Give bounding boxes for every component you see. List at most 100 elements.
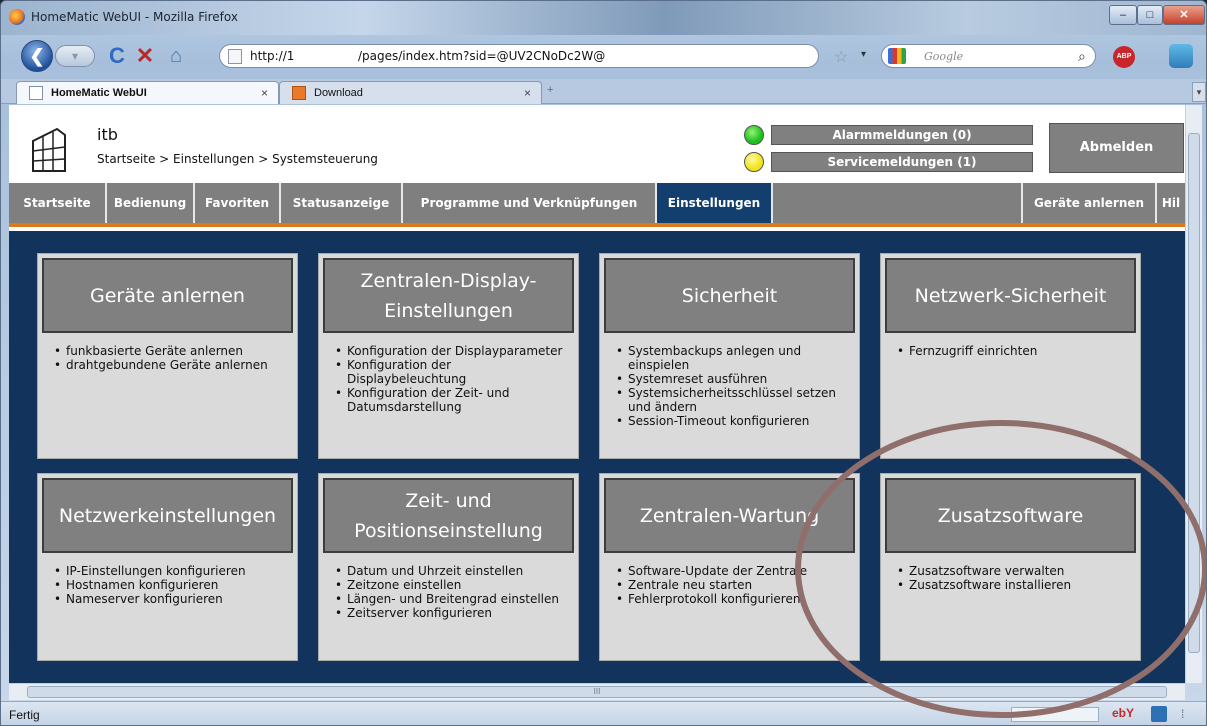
card-title[interactable]: Zentralen-Wartung xyxy=(604,478,855,553)
card-title[interactable]: Geräte anlernen xyxy=(42,258,293,333)
list-item: IP-Einstellungen konfigurieren xyxy=(52,564,290,578)
card-zeit-position[interactable]: Zeit- und Positionseinstellung Datum und… xyxy=(318,473,579,661)
list-item: Software-Update der Zentrale xyxy=(614,564,852,578)
card-netzwerk-sicherheit[interactable]: Netzwerk-Sicherheit Fernzugriff einricht… xyxy=(880,253,1141,459)
menu-item-statusanzeige[interactable]: Statusanzeige xyxy=(281,183,403,223)
url-path[interactable]: /pages/index.htm?sid=@UV2CNoDc2W@ xyxy=(358,49,605,63)
card-title[interactable]: Netzwerk-Sicherheit xyxy=(885,258,1136,333)
list-item: Systembackups anlegen und einspielen xyxy=(614,344,852,372)
card-title[interactable]: Zeit- und Positionseinstellung xyxy=(323,478,574,553)
menu-item-hilfe[interactable]: Hil xyxy=(1157,183,1185,223)
card-zusatzsoftware[interactable]: Zusatzsoftware Zusatzsoftware verwalten … xyxy=(880,473,1141,661)
card-item-list: Zusatzsoftware verwalten Zusatzsoftware … xyxy=(895,564,1133,592)
menu-item-programme[interactable]: Programme und Verknüpfungen xyxy=(403,183,657,223)
menu-item-einstellungen[interactable]: Einstellungen xyxy=(657,183,773,223)
history-dropdown-icon[interactable]: ▾ xyxy=(861,49,866,60)
home-icon[interactable]: ⌂ xyxy=(163,43,189,69)
card-title[interactable]: Sicherheit xyxy=(604,258,855,333)
adblock-icon[interactable]: ABP xyxy=(1113,46,1135,68)
maximize-button[interactable]: □ xyxy=(1137,5,1163,25)
card-netzwerkeinstellungen[interactable]: Netzwerkeinstellungen IP-Einstellungen k… xyxy=(37,473,298,661)
page-icon xyxy=(29,86,43,100)
tab-homematic-webui[interactable]: HomeMatic WebUI × xyxy=(16,81,279,104)
vertical-scroll-thumb[interactable] xyxy=(1188,133,1200,653)
navigation-toolbar: ❮ ▾ C ✕ ⌂ http://1 /pages/index.htm?sid=… xyxy=(1,35,1206,79)
list-item: Zeitzone einstellen xyxy=(333,578,571,592)
horizontal-scrollbar[interactable]: III xyxy=(9,683,1185,700)
list-item: Zusatzsoftware installieren xyxy=(895,578,1133,592)
search-icon[interactable]: ⌕ xyxy=(1078,48,1086,65)
pvd-addon-icon[interactable] xyxy=(1151,706,1167,722)
url-bar[interactable]: http://1 /pages/index.htm?sid=@UV2CNoDc2… xyxy=(219,44,819,68)
page-content: itb Startseite > Einstellungen > Systems… xyxy=(9,105,1185,683)
status-text: Fertig xyxy=(9,708,40,722)
tab-label: HomeMatic WebUI xyxy=(51,87,147,99)
tab-list-button[interactable]: ▾ xyxy=(1192,82,1206,102)
tab-label: Download xyxy=(314,87,363,99)
tab-download[interactable]: Download × xyxy=(279,81,542,104)
url-host[interactable]: http://1 xyxy=(250,49,294,63)
menu-item-geraete-anlernen[interactable]: Geräte anlernen xyxy=(1023,183,1157,223)
horizontal-scroll-thumb[interactable]: III xyxy=(27,686,1167,698)
forward-dropdown-button[interactable]: ▾ xyxy=(55,45,95,67)
close-tab-icon[interactable]: × xyxy=(261,86,268,100)
search-bar[interactable]: Google ⌕ xyxy=(881,44,1096,68)
back-button[interactable]: ❮ xyxy=(21,40,53,72)
browser-window: HomeMatic WebUI - Mozilla Firefox – □ ✕ … xyxy=(0,0,1207,726)
firefox-icon xyxy=(9,9,25,25)
new-tab-button[interactable]: + xyxy=(547,84,553,96)
minimize-button[interactable]: – xyxy=(1109,5,1137,25)
site-name: itb xyxy=(97,125,118,144)
list-item: Fehlerprotokoll konfigurieren xyxy=(614,592,852,606)
page-favicon-icon xyxy=(228,49,242,64)
list-item: Fernzugriff einrichten xyxy=(895,344,1133,358)
settings-grid: Geräte anlernen funkbasierte Geräte anle… xyxy=(9,231,1185,683)
card-title[interactable]: Zentralen-Display-Einstellungen xyxy=(323,258,574,333)
menu-item-bedienung[interactable]: Bedienung xyxy=(107,183,195,223)
card-item-list: Software-Update der Zentrale Zentrale ne… xyxy=(614,564,852,606)
card-title[interactable]: Zusatzsoftware xyxy=(885,478,1136,553)
card-item-list: Datum und Uhrzeit einstellen Zeitzone ei… xyxy=(333,564,571,620)
logout-button[interactable]: Abmelden xyxy=(1049,123,1184,173)
resize-grip-icon[interactable]: ⁞ xyxy=(1181,707,1184,721)
card-title[interactable]: Netzwerkeinstellungen xyxy=(42,478,293,553)
stop-icon[interactable]: ✕ xyxy=(132,43,158,69)
vertical-scrollbar[interactable] xyxy=(1185,105,1202,683)
alarm-messages-button[interactable]: Alarmmeldungen (0) xyxy=(771,125,1033,145)
title-bar: HomeMatic WebUI - Mozilla Firefox – □ ✕ xyxy=(1,1,1206,35)
alarm-status-led xyxy=(744,125,764,145)
list-item: funkbasierte Geräte anlernen xyxy=(52,344,290,358)
list-item: Längen- und Breitengrad einstellen xyxy=(333,592,571,606)
card-zentralen-wartung[interactable]: Zentralen-Wartung Software-Update der Ze… xyxy=(599,473,860,661)
window-title: HomeMatic WebUI - Mozilla Firefox xyxy=(31,10,238,24)
list-item: Zentrale neu starten xyxy=(614,578,852,592)
search-engine-icon[interactable] xyxy=(888,48,906,64)
page-header: itb Startseite > Einstellungen > Systems… xyxy=(9,105,1185,183)
ebay-icon[interactable]: ebY xyxy=(1112,706,1134,720)
bookmark-star-icon[interactable]: ☆ xyxy=(834,47,848,67)
extension-icon[interactable] xyxy=(1169,44,1193,68)
list-item: Konfiguration der Displayparameter xyxy=(333,344,571,358)
menu-item-favoriten[interactable]: Favoriten xyxy=(195,183,281,223)
close-tab-icon[interactable]: × xyxy=(524,86,531,100)
card-geraete-anlernen[interactable]: Geräte anlernen funkbasierte Geräte anle… xyxy=(37,253,298,459)
list-item: Hostnamen konfigurieren xyxy=(52,578,290,592)
main-menu: Startseite Bedienung Favoriten Statusanz… xyxy=(9,183,1185,227)
search-placeholder[interactable]: Google xyxy=(924,50,963,63)
menu-spacer xyxy=(773,183,1023,223)
menu-item-startseite[interactable]: Startseite xyxy=(9,183,107,223)
card-item-list: IP-Einstellungen konfigurieren Hostnamen… xyxy=(52,564,290,606)
card-sicherheit[interactable]: Sicherheit Systembackups anlegen und ein… xyxy=(599,253,860,459)
status-progress-box xyxy=(1011,707,1099,722)
list-item: Systemreset ausführen xyxy=(614,372,852,386)
breadcrumb: Startseite > Einstellungen > Systemsteue… xyxy=(97,152,378,166)
list-item: Datum und Uhrzeit einstellen xyxy=(333,564,571,578)
card-item-list: Systembackups anlegen und einspielen Sys… xyxy=(614,344,852,428)
download-page-icon xyxy=(292,86,306,100)
card-item-list: funkbasierte Geräte anlernen drahtgebund… xyxy=(52,344,290,372)
close-window-button[interactable]: ✕ xyxy=(1163,5,1205,25)
card-display-einstellungen[interactable]: Zentralen-Display-Einstellungen Konfigur… xyxy=(318,253,579,459)
house-logo-icon xyxy=(32,127,66,172)
reload-icon[interactable]: C xyxy=(104,43,130,69)
service-messages-button[interactable]: Servicemeldungen (1) xyxy=(771,152,1033,172)
